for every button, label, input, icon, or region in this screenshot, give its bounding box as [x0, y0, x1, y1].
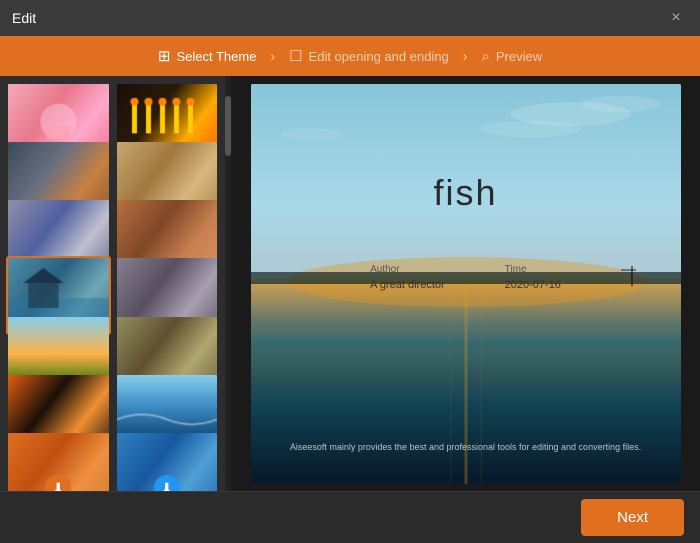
bottom-bar: Next: [0, 491, 700, 543]
window-title: Edit: [12, 10, 36, 26]
step-select-theme[interactable]: ⊞ Select Theme: [144, 47, 271, 65]
author-value: A great director: [370, 279, 445, 291]
preview-footer: Aiseesoft mainly provides the best and p…: [251, 442, 681, 452]
theme-icon: ⊞: [158, 47, 171, 65]
author-label: Author: [370, 264, 445, 275]
step-bar: ⊞ Select Theme › ☐ Edit opening and endi…: [0, 36, 700, 76]
time-label: Time: [505, 264, 561, 275]
theme-sidebar: ⬇⬇: [0, 76, 225, 491]
time-value: 2020-07-16: [505, 279, 561, 291]
step-edit-opening[interactable]: ☐ Edit opening and ending: [275, 47, 463, 65]
title-bar: Edit ×: [0, 0, 700, 36]
thumbnail-13[interactable]: ⬇: [6, 431, 111, 491]
preview-area: fish Author A great director Time 2020-0…: [231, 76, 700, 491]
preview-title: fish: [251, 172, 681, 214]
next-button[interactable]: Next: [581, 499, 684, 536]
thumbnail-14[interactable]: ⬇: [115, 431, 220, 491]
close-button[interactable]: ×: [664, 6, 688, 30]
preview-meta: Author A great director Time 2020-07-16: [370, 264, 561, 291]
time-col: Time 2020-07-16: [505, 264, 561, 291]
author-col: Author A great director: [370, 264, 445, 291]
step-select-theme-label: Select Theme: [176, 49, 256, 64]
preview-icon: ⌕: [481, 48, 489, 65]
step-preview-label: Preview: [496, 49, 542, 64]
main-content: ⬇⬇: [0, 76, 700, 491]
edit-icon: ☐: [289, 47, 302, 65]
step-preview[interactable]: ⌕ Preview: [467, 48, 556, 65]
preview-card: fish Author A great director Time 2020-0…: [251, 84, 681, 484]
step-edit-label: Edit opening and ending: [309, 49, 449, 64]
